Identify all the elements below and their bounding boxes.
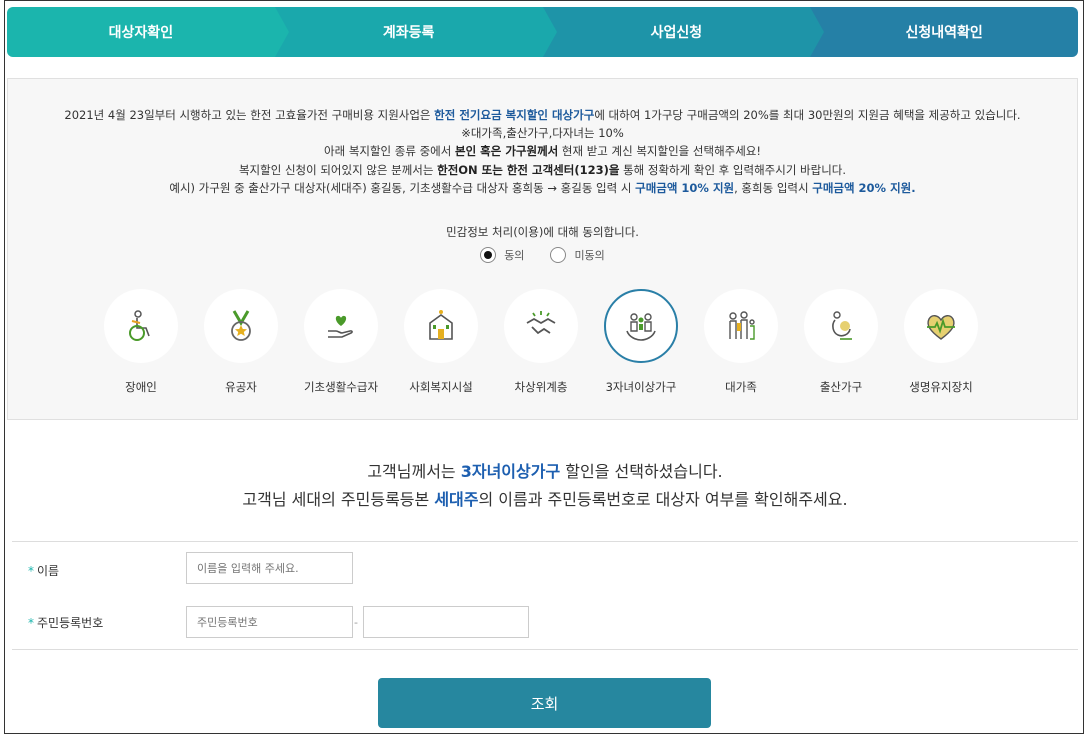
- category-label: 3자녀이상가구: [605, 380, 677, 394]
- category-label: 기초생활수급자: [303, 380, 379, 394]
- heart-hand-icon: [328, 315, 353, 338]
- step-3-label: 사업신청: [650, 25, 703, 41]
- step-1-label: 대상자확인: [108, 25, 174, 41]
- info-line-3: 아래 복지할인 종류 중에서 본인 혹은 가구원께서 현재 받고 계신 복지할인…: [324, 144, 761, 158]
- category-label: 장애인: [125, 380, 157, 394]
- consent-disagree-label: 미동의: [574, 249, 605, 262]
- name-field-label: * 이름: [28, 564, 60, 578]
- info-line-4: 복지할인 신청이 되어있지 않은 분께서는 한전ON 또는 한전 고객센터(12…: [238, 163, 847, 177]
- consent-disagree-radio[interactable]: 미동의: [550, 247, 605, 263]
- step-4-label: 신청내역확인: [905, 25, 983, 41]
- step-4: 신청내역확인: [810, 7, 1078, 57]
- info-line-1: 2021년 4월 23일부터 시행하고 있는 한전 고효율가전 구매비용 지원사…: [64, 108, 1021, 122]
- wheelchair-icon: [129, 310, 150, 341]
- info-line-2: ※대가족,출산가구,다자녀는 10%: [461, 126, 624, 140]
- medal-icon: [231, 310, 251, 341]
- step-progress-bar: 대상자확인 계좌등록 사업신청 신청내역확인: [7, 7, 1078, 57]
- handshake-icon: [526, 311, 556, 335]
- radio-unchecked-icon: [550, 247, 567, 263]
- info-line-5: 예시) 가구원 중 출산가구 대상자(세대주) 홍길동, 기초생활수급 대상자 …: [169, 181, 916, 195]
- consent-question: 민감정보 처리(이용)에 대해 동의합니다.: [446, 225, 639, 239]
- consent-agree-radio[interactable]: 동의: [480, 247, 524, 263]
- lookup-button[interactable]: 조회: [378, 678, 711, 728]
- category-disabled[interactable]: 장애인: [103, 289, 179, 395]
- rrn-separator: -: [354, 616, 358, 629]
- category-birth-household[interactable]: 출산가구: [803, 289, 879, 395]
- rrn-field-label: * 주민등록번호: [28, 616, 104, 630]
- category-patriot[interactable]: 유공자: [203, 289, 279, 395]
- consent-radio-group: 동의 미동의: [8, 247, 1077, 263]
- consent-agree-label: 동의: [504, 249, 525, 262]
- category-label: 사회복지시설: [409, 380, 473, 394]
- category-basic-livelihood[interactable]: 기초생활수급자: [303, 289, 379, 395]
- category-welfare-facility[interactable]: 사회복지시설: [403, 289, 479, 395]
- radio-checked-icon: [480, 247, 497, 263]
- step-2: 계좌등록: [274, 7, 557, 57]
- category-three-children[interactable]: 3자녀이상가구: [603, 289, 679, 395]
- big-family-icon: [729, 311, 755, 340]
- required-mark: *: [28, 616, 34, 630]
- rrn-front-input[interactable]: [186, 606, 353, 638]
- category-large-family[interactable]: 대가족: [703, 289, 779, 395]
- name-input[interactable]: [186, 552, 353, 584]
- required-mark: *: [28, 564, 34, 578]
- heartbeat-icon: [927, 315, 955, 340]
- building-icon: [429, 310, 453, 340]
- category-list: 장애인 유공자 기초생활수급자 사회복지시설 차상위계층 3자녀이상가구 대가족…: [103, 289, 983, 399]
- category-life-support[interactable]: 생명유지장치: [903, 289, 979, 395]
- category-near-poverty[interactable]: 차상위계층: [503, 289, 579, 395]
- category-label: 차상위계층: [514, 380, 568, 394]
- step-3: 사업신청: [542, 7, 825, 57]
- category-label: 대가족: [725, 380, 757, 394]
- step-1: 대상자확인: [7, 7, 289, 57]
- info-box: 2021년 4월 23일부터 시행하고 있는 한전 고효율가전 구매비용 지원사…: [7, 78, 1078, 420]
- form-divider-top: [12, 541, 1078, 542]
- category-label: 유공자: [225, 380, 257, 394]
- category-label: 생명유지장치: [909, 380, 973, 394]
- selection-message-line-1: 고객님께서는 3자녀이상가구 할인을 선택하셨습니다.: [367, 462, 723, 481]
- rrn-back-input[interactable]: [363, 606, 529, 638]
- step-2-label: 계좌등록: [382, 25, 435, 41]
- category-label: 출산가구: [819, 380, 863, 394]
- mother-baby-icon: [832, 311, 852, 340]
- selection-message-line-2: 고객님 세대의 주민등록등본 세대주의 이름과 주민등록번호로 대상자 여부를 …: [242, 490, 848, 509]
- family-hands-icon: [626, 313, 656, 341]
- form-divider-bottom: [12, 649, 1078, 650]
